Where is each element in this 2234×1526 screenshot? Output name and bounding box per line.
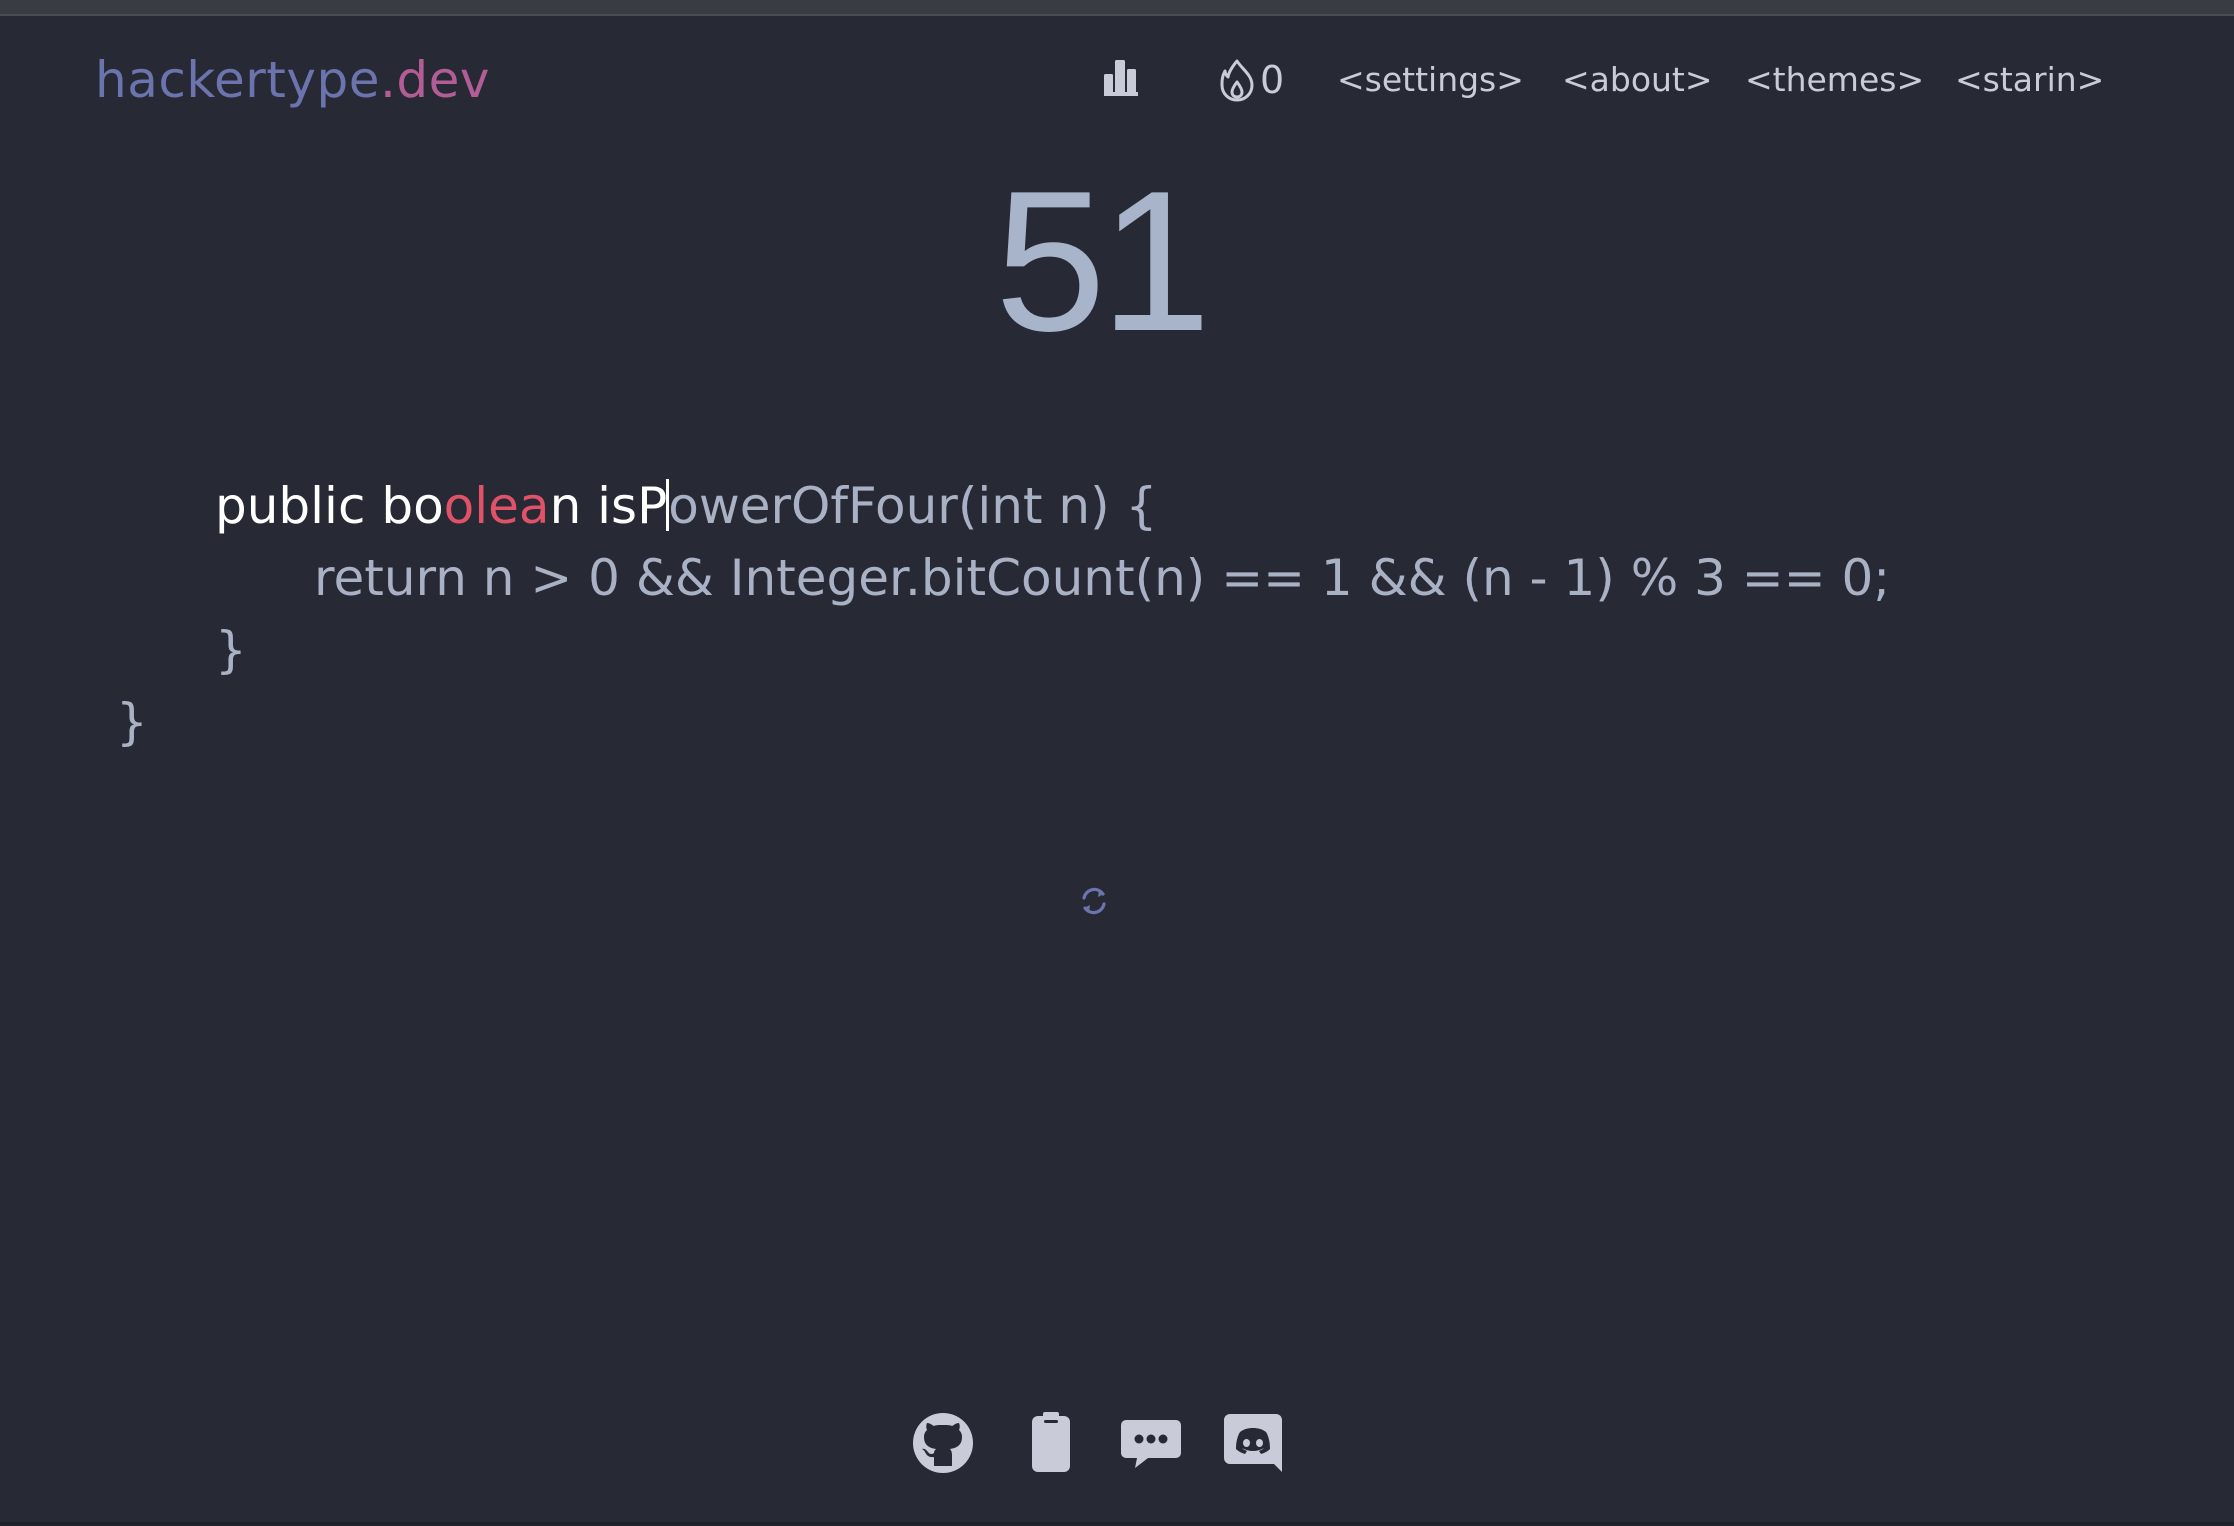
pending-text: owerOfFour(int n) {: [668, 477, 1158, 535]
github-link[interactable]: [910, 1410, 976, 1476]
nav-themes-link[interactable]: <themes>: [1745, 50, 1924, 110]
clipboard-link[interactable]: [1018, 1410, 1084, 1476]
window-top-bar: [0, 0, 2234, 16]
restart-button[interactable]: [1077, 884, 1111, 918]
code-line-2: return n > 0 && Integer.bitCount(n) == 1…: [314, 549, 1891, 607]
chat-link[interactable]: [1118, 1410, 1184, 1476]
code-editor[interactable]: public boolean isPowerOfFour(int n) { re…: [0, 470, 1890, 830]
discord-icon: [1224, 1414, 1282, 1472]
typed-text: public bo: [215, 477, 444, 535]
nav-starin-link[interactable]: <starin>: [1955, 50, 2104, 110]
nav-settings-link[interactable]: <settings>: [1337, 50, 1524, 110]
code-line-3: }: [215, 621, 247, 679]
clipboard-icon: [1032, 1412, 1070, 1472]
restart-icon: [1082, 887, 1106, 915]
typed-text: n isP: [549, 477, 668, 535]
github-icon: [913, 1413, 973, 1473]
code-line-1: public boolean isPowerOfFour(int n) {: [215, 470, 1157, 542]
mistyped-text: olea: [443, 477, 550, 535]
discord-link[interactable]: [1220, 1410, 1286, 1476]
window-bottom-edge: [0, 1522, 2234, 1526]
chat-icon: [1121, 1420, 1181, 1468]
character-counter: 51: [994, 150, 1211, 373]
nav-about-link[interactable]: <about>: [1562, 50, 1713, 110]
code-line-4: }: [116, 693, 148, 751]
